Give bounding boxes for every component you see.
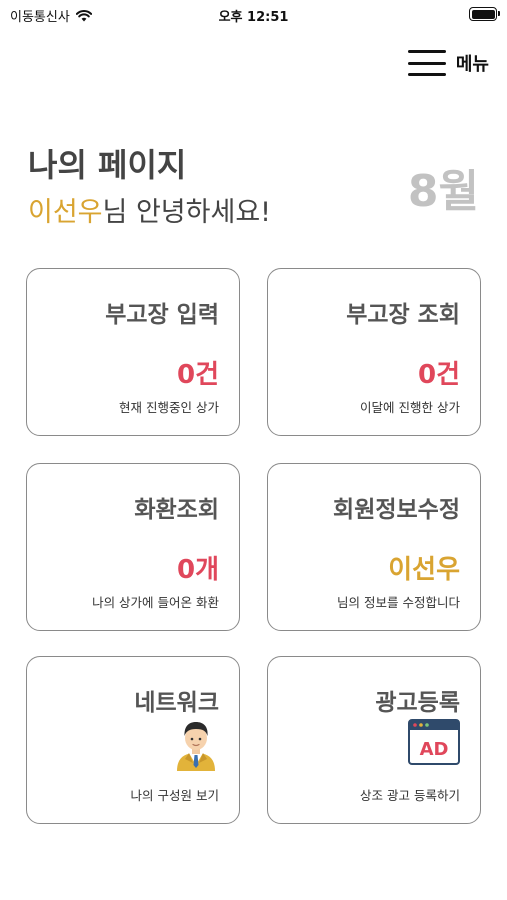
businessman-icon (177, 722, 215, 771)
greeting: 이선우님 안녕하세요! (28, 190, 271, 229)
card-value: 0건 (417, 360, 460, 390)
card-description: 나의 상가에 들어온 화환 (92, 595, 219, 610)
card-description: 님의 정보를 수정합니다 (337, 595, 460, 610)
menu-button[interactable]: 메뉴 (407, 50, 489, 76)
ad-icon-text: AD (420, 739, 449, 760)
obituary-lookup-card[interactable]: 부고장 조회 0건 이달에 진행한 상가 (267, 268, 481, 436)
status-time: 오후 12:51 (218, 10, 289, 25)
menu-label: 메뉴 (455, 54, 489, 75)
hamburger-icon (407, 50, 446, 76)
card-title: 부고장 입력 (105, 302, 219, 328)
card-title: 회원정보수정 (333, 497, 460, 523)
card-title: 부고장 조회 (346, 302, 460, 328)
card-value: 이선우 (388, 555, 460, 585)
member-info-edit-card[interactable]: 회원정보수정 이선우 님의 정보를 수정합니다 (267, 463, 481, 631)
page-title: 나의 페이지 (28, 146, 187, 184)
card-value: 0개 (176, 555, 219, 585)
card-description: 나의 구성원 보기 (130, 788, 219, 803)
card-description: 상조 광고 등록하기 (360, 788, 460, 803)
ad-icon: AD (408, 719, 460, 765)
card-title: 네트워크 (134, 690, 219, 716)
card-value: 0건 (176, 360, 219, 390)
current-month: 8월 (407, 166, 479, 217)
user-name: 이선우 (28, 197, 103, 228)
greeting-suffix: 님 안녕하세요! (102, 197, 271, 228)
card-description: 현재 진행중인 상가 (119, 400, 219, 415)
ad-register-card[interactable]: 광고등록 AD 상조 광고 등록하기 (267, 656, 481, 824)
card-title: 화환조회 (134, 497, 219, 523)
wreath-lookup-card[interactable]: 화환조회 0개 나의 상가에 들어온 화환 (26, 463, 240, 631)
card-title: 광고등록 (375, 690, 460, 716)
card-description: 이달에 진행한 상가 (360, 400, 460, 415)
battery-icon (469, 7, 500, 21)
status-bar: 이동통신사 오후 12:51 (0, 0, 507, 30)
network-card[interactable]: 네트워크 나의 구성원 보기 (26, 656, 240, 824)
obituary-input-card[interactable]: 부고장 입력 0건 현재 진행중인 상가 (26, 268, 240, 436)
